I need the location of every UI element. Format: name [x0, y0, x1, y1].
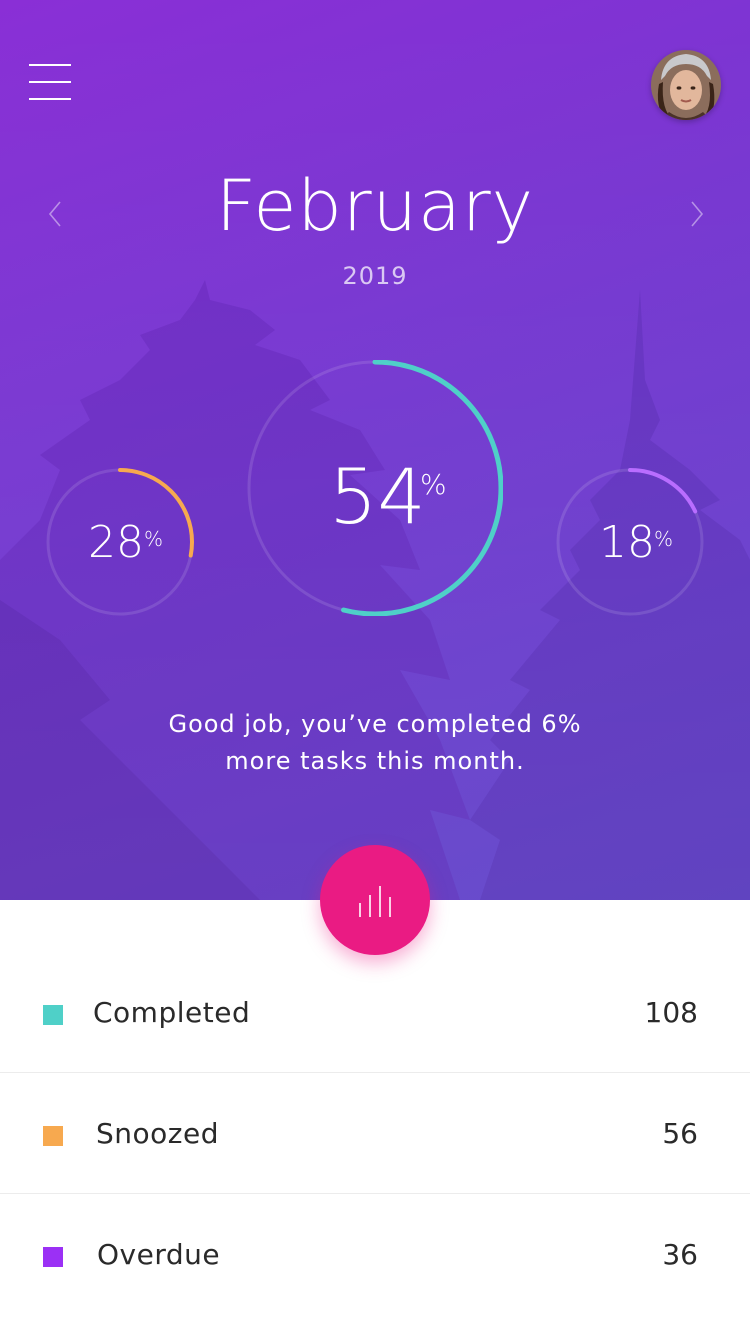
list-item-snoozed[interactable]: Snoozed 56 [0, 1073, 750, 1194]
list-item-label: Overdue [97, 1238, 221, 1271]
list-item-label: Completed [93, 996, 251, 1029]
summary-line-2: more tasks this month. [225, 747, 525, 775]
ring-percent-sign: % [144, 527, 164, 551]
list-item-count: 56 [662, 1117, 698, 1150]
ring-value: 28 [88, 517, 144, 568]
summary-message: Good job, you’ve completed 6% more tasks… [125, 706, 625, 780]
list-item-count: 36 [662, 1238, 698, 1271]
completed-progress-ring: 54 % [246, 359, 504, 617]
list-item-count: 108 [644, 996, 698, 1029]
snoozed-progress-ring: 28 % [45, 467, 195, 617]
month-title: February [215, 165, 535, 247]
overdue-progress-ring: 18 % [555, 467, 705, 617]
list-item-overdue[interactable]: Overdue 36 [0, 1194, 750, 1314]
user-avatar[interactable] [651, 50, 721, 120]
color-swatch [43, 1126, 63, 1146]
ring-value: 54 [329, 452, 426, 541]
hero-header: February 2019 28 % 54 % 18 % Good job, y… [0, 0, 750, 900]
year-label: 2019 [342, 262, 408, 290]
ring-value: 18 [599, 517, 655, 568]
hamburger-menu-icon[interactable] [29, 64, 71, 100]
list-item-label: Snoozed [96, 1117, 219, 1150]
list-item-completed[interactable]: Completed 108 [0, 952, 750, 1073]
bar-chart-icon [359, 886, 391, 917]
ring-percent-sign: % [654, 527, 674, 551]
summary-line-1: Good job, you’ve completed 6% [168, 710, 582, 738]
color-swatch [43, 1005, 63, 1025]
statistics-button[interactable] [320, 845, 430, 955]
ring-percent-sign: % [420, 468, 447, 501]
color-swatch [43, 1247, 63, 1267]
